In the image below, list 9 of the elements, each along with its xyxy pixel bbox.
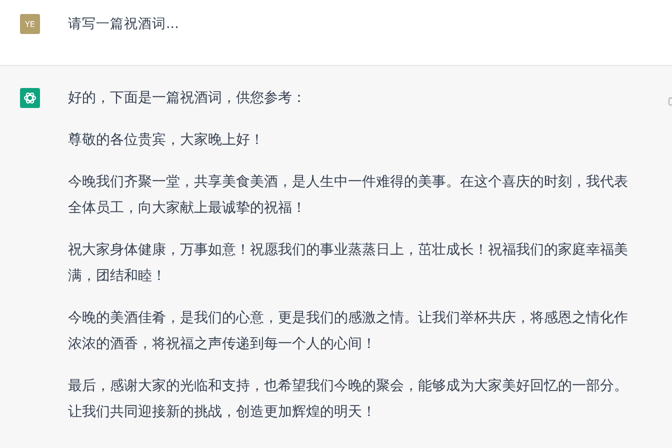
assistant-logo-icon: [20, 88, 40, 108]
message-paragraph: 尊敬的各位贵宾，大家晚上好！: [68, 131, 265, 150]
message-paragraph: 最后，感谢大家的光临和支持，也希望我们今晚的聚会，能够成为大家美好回忆的一部分。 让我们共同迎接新的挑战，创造更加辉煌的明天！: [68, 377, 628, 422]
message-paragraph: 今晚我们齐聚一堂，共享美食美酒，是人生中一件难得的美事。在这个喜庆的时刻，我代表 全体员工，向大家献上最诚挚的祝福！: [68, 173, 628, 218]
user-message: 请写一篇祝酒词...: [68, 15, 179, 34]
message-paragraph: 好的，下面是一篇祝酒词，供您参考：: [68, 89, 307, 108]
message-paragraph: 今晚的美酒佳肴，是我们的心意，更是我们的感激之情。让我们举杯共庆，将感恩之情化作 浓浓的酒香，将祝福之声传递到每一个人的心间！: [68, 309, 628, 354]
message-paragraph: 祝大家身体健康，万事如意！祝愿我们的事业蒸蒸日上，茁壮成长！祝福我们的家庭幸福美 满，团结和睦！: [68, 241, 628, 286]
user-avatar: YE: [20, 14, 40, 34]
